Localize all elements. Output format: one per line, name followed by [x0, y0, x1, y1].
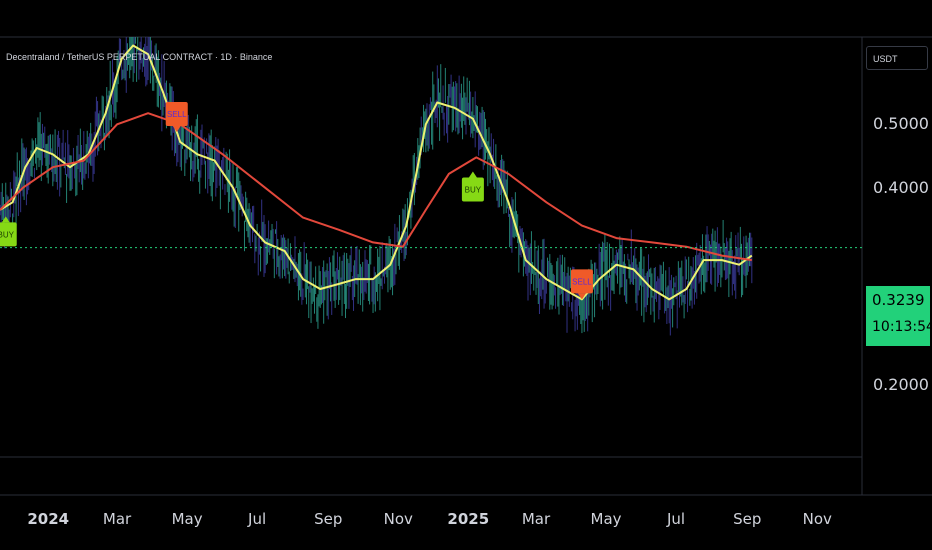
buy-signal[interactable]: BUY — [0, 216, 17, 247]
slow-ma-line — [0, 112, 752, 262]
signal-pointer — [468, 171, 477, 178]
price-chart[interactable]: BUY SELL BUY SELL — [0, 0, 932, 550]
time-tick-label: Nov — [802, 510, 832, 528]
time-tick-label: May — [590, 510, 622, 528]
price-tick-label: 0.5000 — [873, 114, 929, 134]
price-tick-label: 0.2000 — [873, 374, 929, 394]
time-tick-label: Sep — [314, 510, 343, 528]
time-tick-label: Jul — [666, 510, 686, 528]
candles-layer — [0, 37, 753, 336]
time-tick-label: Mar — [102, 510, 132, 528]
time-tick-label: 2025 — [447, 510, 490, 528]
currency-badge[interactable]: USDT — [866, 46, 928, 70]
signal-pointer — [1, 216, 10, 223]
signal-pointer — [172, 125, 181, 132]
time-tick-label: Nov — [383, 510, 413, 528]
signal-label: SELL — [572, 277, 592, 286]
price-tick-label: 0.4000 — [873, 177, 929, 197]
signal-label: BUY — [0, 230, 15, 239]
buy-signal[interactable]: BUY — [461, 171, 484, 202]
current-price-label: 0.3239 10:13:54 — [866, 286, 932, 346]
time-tick-label: Jul — [248, 510, 267, 528]
time-tick-label: May — [171, 510, 203, 528]
signal-label: BUY — [465, 185, 482, 194]
current-price-value: 0.3239 — [872, 291, 925, 309]
time-tick-label: Mar — [521, 510, 551, 528]
signal-label: SELL — [167, 110, 187, 119]
time-tick-label: Sep — [733, 510, 762, 528]
chart-title: Decentraland / TetherUS PERPETUAL CONTRA… — [6, 52, 273, 62]
time-tick-label: 2024 — [27, 510, 70, 528]
candle-countdown: 10:13:54 — [872, 319, 932, 335]
